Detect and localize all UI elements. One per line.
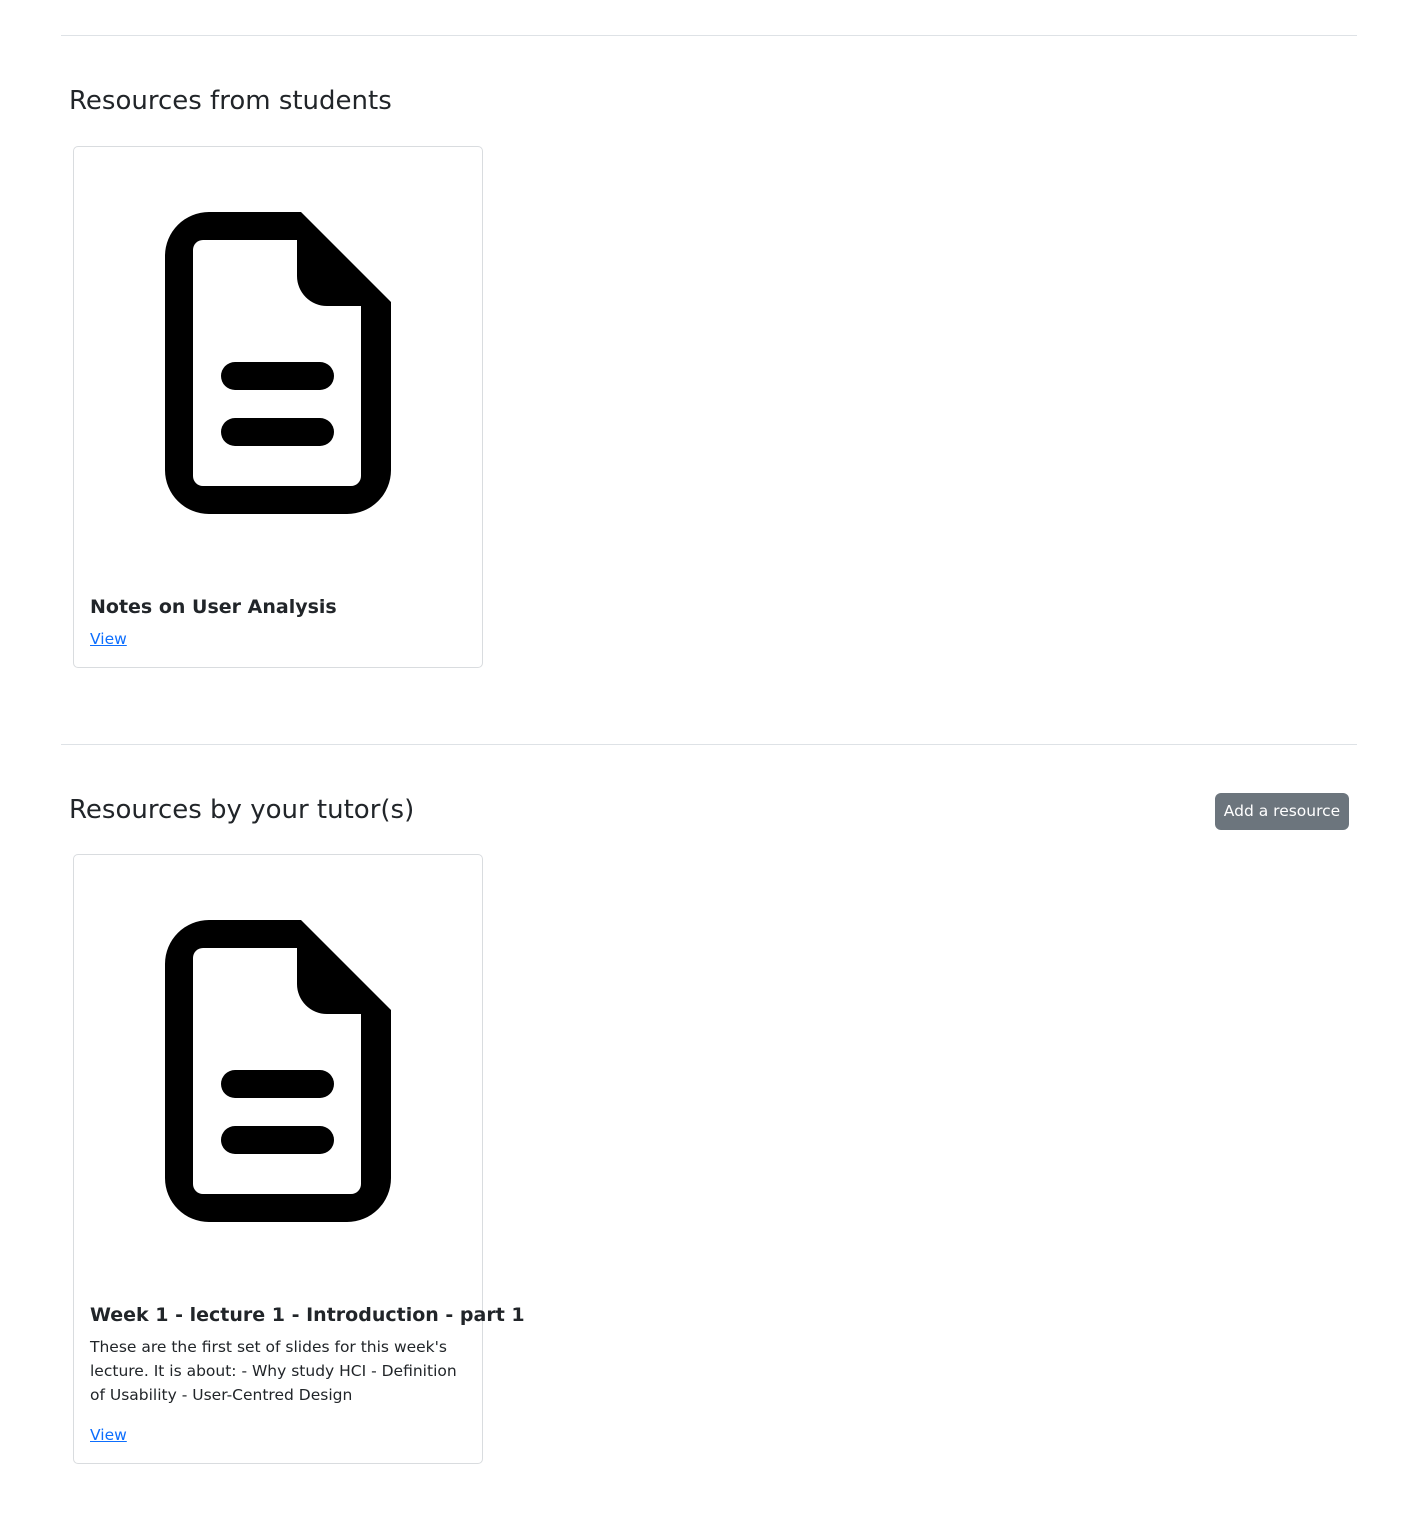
resource-card: Week 1 - lecture 1 - Introduction - part… <box>73 854 525 1464</box>
view-link[interactable]: View <box>90 1424 127 1446</box>
resources-page: Resources from students Notes on User An… <box>0 0 1402 1524</box>
section-divider <box>61 744 1357 745</box>
resource-title: Week 1 - lecture 1 - Introduction - part… <box>90 1304 525 1326</box>
tutor-section-title: Resources by your tutor(s) <box>69 795 415 825</box>
section-divider <box>61 35 1357 36</box>
add-resource-button[interactable]: Add a resource <box>1215 793 1349 830</box>
file-text-icon <box>165 212 391 514</box>
file-text-icon <box>165 920 391 1222</box>
resource-title: Notes on User Analysis <box>90 596 337 618</box>
resource-description: These are the first set of slides for th… <box>90 1338 457 1404</box>
resource-card: Notes on User Analysis View <box>73 146 483 668</box>
students-section-title: Resources from students <box>69 86 392 116</box>
view-link[interactable]: View <box>90 628 127 650</box>
